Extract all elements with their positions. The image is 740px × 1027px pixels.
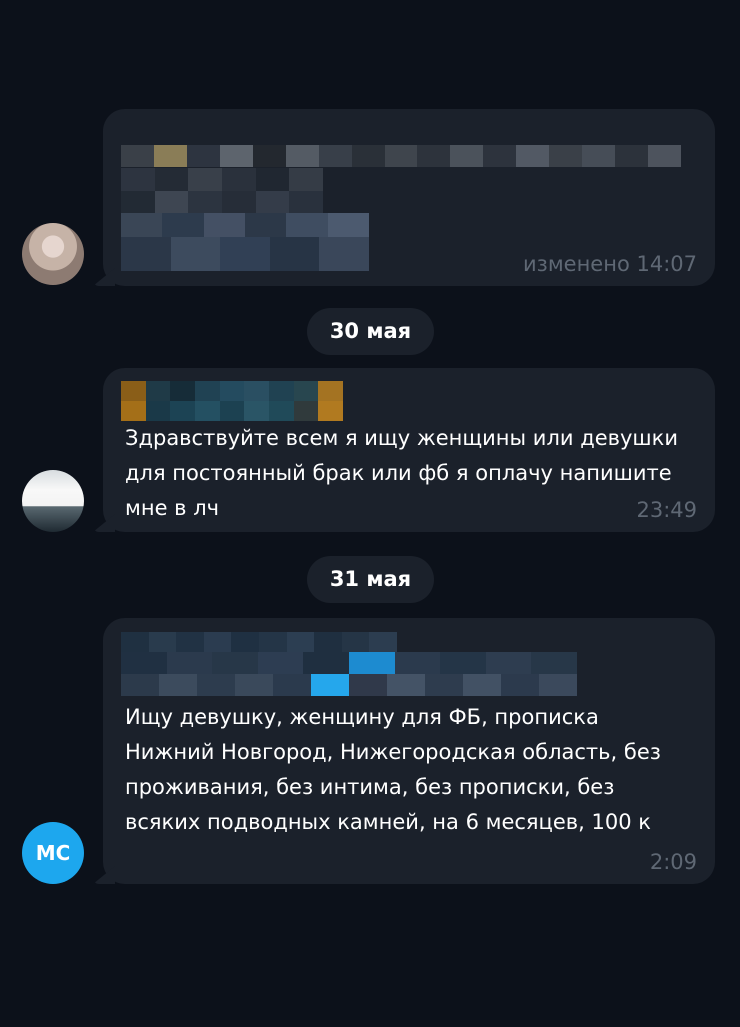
sender-avatar-initials[interactable]: МС bbox=[22, 822, 84, 884]
message-bubble-2[interactable]: Здравствуйте всем я ищу женщины или деву… bbox=[93, 368, 715, 532]
blurred-message-text bbox=[121, 168, 324, 214]
message-bubble-3[interactable]: Ищу девушку, женщину для ФБ, прописка Ни… bbox=[93, 618, 715, 884]
blurred-sender-link bbox=[121, 652, 577, 696]
date-separator: 30 мая bbox=[307, 308, 434, 355]
blurred-message-text bbox=[121, 213, 369, 271]
sender-avatar-car[interactable] bbox=[22, 470, 84, 532]
blurred-sender-name bbox=[121, 381, 344, 421]
blurred-sender-name bbox=[121, 145, 681, 167]
chat-history: изменено 14:07 30 мая Здравствуйте всем … bbox=[0, 0, 740, 1027]
message-time: 23:49 bbox=[636, 498, 697, 522]
message-text: Ищу девушку, женщину для ФБ, прописка Ни… bbox=[125, 705, 661, 834]
bubble-tail bbox=[93, 268, 115, 286]
sender-avatar-photo[interactable] bbox=[22, 223, 84, 285]
message-bubble-1[interactable]: изменено 14:07 bbox=[93, 109, 715, 286]
message-time: изменено 14:07 bbox=[523, 252, 697, 276]
message-text: Здравствуйте всем я ищу женщины или деву… bbox=[125, 426, 678, 520]
bubble-tail bbox=[93, 514, 115, 532]
bubble-tail bbox=[93, 866, 115, 884]
blurred-sender-name bbox=[121, 632, 397, 654]
date-separator: 31 мая bbox=[307, 556, 434, 603]
message-time: 2:09 bbox=[649, 850, 697, 874]
